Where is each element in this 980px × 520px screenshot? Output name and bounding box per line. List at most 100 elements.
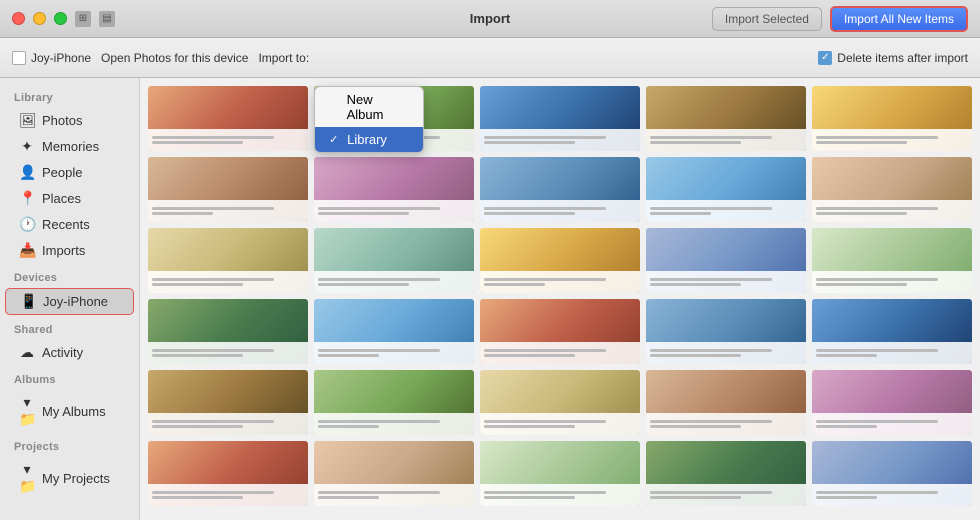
sidebar-item-photos[interactable]: 🖼 Photos xyxy=(5,108,134,133)
photo-cell[interactable] xyxy=(314,157,474,222)
photo-line xyxy=(650,354,741,357)
photo-cell[interactable] xyxy=(812,86,972,151)
photo-cell[interactable] xyxy=(480,370,640,435)
open-photos-label[interactable]: Open Photos for this device xyxy=(101,51,248,65)
sidebar-item-activity[interactable]: ☁ Activity xyxy=(5,340,134,365)
sidebar-item-joy-iphone[interactable]: 📱 Joy-iPhone xyxy=(5,288,134,315)
photo-grid xyxy=(140,78,980,520)
photo-cell[interactable] xyxy=(148,86,308,151)
photo-info xyxy=(148,484,308,506)
photo-cell[interactable] xyxy=(646,157,806,222)
sidebar-item-memories[interactable]: ✦ Memories xyxy=(5,134,134,159)
sidebar-item-my-projects[interactable]: ▾📁 My Projects xyxy=(5,457,134,499)
photos-icon: 🖼 xyxy=(19,112,35,129)
photo-line xyxy=(152,420,274,423)
photo-line xyxy=(816,491,938,494)
photo-line xyxy=(650,141,741,144)
close-button[interactable] xyxy=(12,12,25,25)
delete-checkbox[interactable]: ✓ xyxy=(818,51,832,65)
device-checkbox[interactable] xyxy=(12,51,26,65)
photo-line xyxy=(152,491,274,494)
photo-cell[interactable] xyxy=(480,228,640,293)
photo-line xyxy=(318,207,440,210)
import-all-button[interactable]: Import All New Items xyxy=(830,6,968,32)
maximize-button[interactable] xyxy=(54,12,67,25)
sidebar-item-people[interactable]: 👤 People xyxy=(5,160,134,185)
photo-info xyxy=(812,129,972,151)
photo-cell[interactable] xyxy=(480,441,640,506)
photo-cell[interactable] xyxy=(480,157,640,222)
photo-cell[interactable] xyxy=(646,441,806,506)
memories-icon: ✦ xyxy=(19,138,35,155)
photo-line xyxy=(484,420,606,423)
photo-cell[interactable] xyxy=(314,299,474,364)
photo-cell[interactable] xyxy=(812,299,972,364)
photo-cell[interactable] xyxy=(812,228,972,293)
photo-line xyxy=(152,278,274,281)
photo-row xyxy=(148,157,972,222)
library-option[interactable]: ✓ Library xyxy=(315,127,423,152)
places-label: Places xyxy=(42,191,81,206)
imports-icon: 📥 xyxy=(19,242,35,259)
photo-line xyxy=(816,283,907,286)
photo-row xyxy=(148,441,972,506)
photo-info xyxy=(812,271,972,293)
activity-icon: ☁ xyxy=(19,344,35,361)
photo-cell[interactable] xyxy=(812,441,972,506)
window-icon: ⊞ xyxy=(75,11,91,27)
sidebar-item-my-albums[interactable]: ▾📁 My Albums xyxy=(5,390,134,432)
photo-cell[interactable] xyxy=(314,441,474,506)
photo-line xyxy=(484,283,545,286)
people-label: People xyxy=(42,165,82,180)
photo-line xyxy=(650,283,741,286)
imports-label: Imports xyxy=(42,243,85,258)
dropdown-menu: New Album ✓ Library xyxy=(314,86,424,153)
photo-cell[interactable] xyxy=(314,370,474,435)
photo-row xyxy=(148,299,972,364)
sidebar-item-places[interactable]: 📍 Places xyxy=(5,186,134,211)
main-content: Library 🖼 Photos ✦ Memories 👤 People 📍 P… xyxy=(0,78,980,520)
photo-line xyxy=(318,420,440,423)
photo-info xyxy=(148,271,308,293)
photo-line xyxy=(152,207,274,210)
photo-cell[interactable] xyxy=(148,157,308,222)
photo-cell[interactable] xyxy=(646,228,806,293)
photo-row xyxy=(148,370,972,435)
delete-after-import-area[interactable]: ✓ Delete items after import xyxy=(818,51,968,65)
photo-cell[interactable] xyxy=(314,228,474,293)
sidebar-item-imports[interactable]: 📥 Imports xyxy=(5,238,134,263)
photo-line xyxy=(152,354,243,357)
minimize-button[interactable] xyxy=(33,12,46,25)
iphone-icon: 📱 xyxy=(20,293,36,310)
photo-cell[interactable] xyxy=(148,370,308,435)
photo-cell[interactable] xyxy=(480,86,640,151)
toolbar-right: ✓ Delete items after import xyxy=(818,51,968,65)
sidebar: Library 🖼 Photos ✦ Memories 👤 People 📍 P… xyxy=(0,78,140,520)
devices-section-label: Devices xyxy=(0,264,139,287)
photo-info xyxy=(314,342,474,364)
photo-cell[interactable] xyxy=(646,370,806,435)
my-albums-icon: ▾📁 xyxy=(19,394,35,428)
sidebar-item-recents[interactable]: 🕐 Recents xyxy=(5,212,134,237)
photo-cell[interactable] xyxy=(646,86,806,151)
import-selected-button[interactable]: Import Selected xyxy=(712,7,822,31)
new-album-option[interactable]: New Album xyxy=(315,87,423,127)
photo-line xyxy=(484,354,575,357)
title-bar-actions: Import Selected Import All New Items xyxy=(712,6,968,32)
photo-cell[interactable] xyxy=(646,299,806,364)
photo-line xyxy=(152,496,243,499)
photo-line xyxy=(650,207,772,210)
photo-line xyxy=(152,212,213,215)
activity-label: Activity xyxy=(42,345,83,360)
photo-line xyxy=(816,136,938,139)
photo-cell[interactable] xyxy=(480,299,640,364)
photo-line xyxy=(816,420,938,423)
photo-cell[interactable] xyxy=(148,228,308,293)
photo-cell[interactable] xyxy=(812,157,972,222)
photo-line xyxy=(816,207,938,210)
photo-line xyxy=(816,425,877,428)
photo-cell[interactable] xyxy=(812,370,972,435)
photo-cell[interactable] xyxy=(148,441,308,506)
my-projects-icon: ▾📁 xyxy=(19,461,35,495)
photo-cell[interactable] xyxy=(148,299,308,364)
